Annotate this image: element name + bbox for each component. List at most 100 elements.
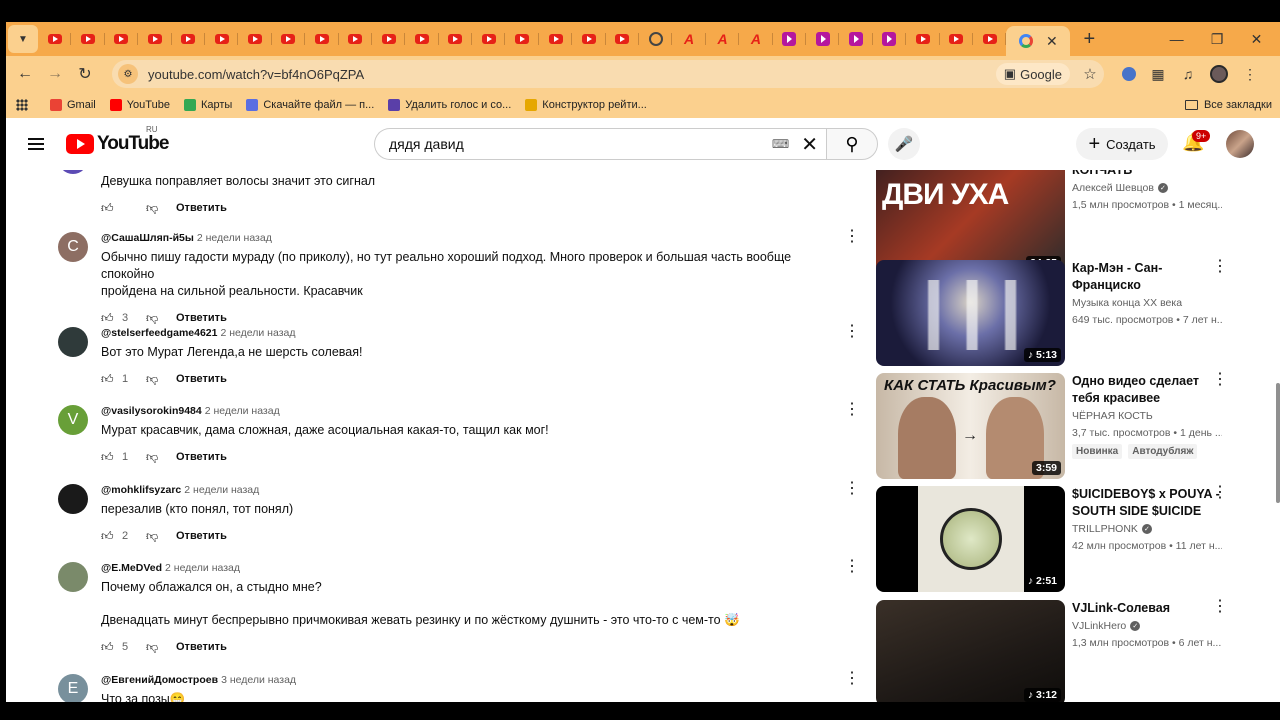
search-button[interactable]: ⚲	[826, 128, 878, 160]
video-more-icon[interactable]: ⋮	[1212, 485, 1228, 501]
browser-tab[interactable]	[839, 25, 874, 53]
browser-tab[interactable]	[639, 25, 673, 53]
browser-tab[interactable]	[572, 25, 607, 53]
reply-button[interactable]: Ответить	[176, 451, 227, 463]
browser-tab[interactable]: A	[739, 25, 773, 53]
thumbs-up-icon[interactable]: 👍︎	[101, 530, 114, 542]
commenter-avatar[interactable]	[58, 327, 88, 357]
comment-time[interactable]: 3 недели назад	[221, 674, 296, 686]
profile-avatar-icon[interactable]	[1210, 65, 1228, 83]
video-title[interactable]: Одно видео сделает тебя красивее	[1072, 373, 1222, 407]
forward-button[interactable]: →	[40, 65, 70, 83]
thumbs-down-icon[interactable]: 👎︎	[146, 373, 158, 385]
browser-tab[interactable]	[505, 25, 540, 53]
url-text[interactable]: youtube.com/watch?v=bf4nO6PqZPA	[148, 67, 996, 82]
comment-author[interactable]: @ЕвгенийДомостроев	[101, 674, 218, 686]
reply-button[interactable]: Ответить	[176, 202, 227, 214]
comment-author[interactable]: @stelserfeedgame4621	[101, 327, 217, 339]
comment-author[interactable]: @mohklifsyzarc	[101, 484, 181, 496]
youtube-logo[interactable]: YouTube RU	[66, 125, 169, 155]
browser-tab[interactable]	[71, 25, 106, 53]
create-button[interactable]: + Создать	[1076, 128, 1168, 160]
reply-button[interactable]: Ответить	[176, 373, 227, 385]
user-avatar[interactable]	[1226, 130, 1254, 158]
browser-tab[interactable]	[339, 25, 373, 53]
browser-tab[interactable]	[606, 25, 640, 53]
comment-author[interactable]: @СашаШляп-й5ы	[101, 232, 194, 244]
more-menu-icon[interactable]: ⋮	[1242, 66, 1258, 82]
video-thumbnail[interactable]: КАК СТАТЬ Красивым? → 3:59	[876, 373, 1065, 479]
search-engine-chip[interactable]: ▣ Google	[995, 63, 1070, 85]
comment-more-icon[interactable]: ⋮	[844, 671, 860, 687]
thumbs-up-icon[interactable]: 👍︎	[101, 202, 114, 214]
thumbs-up-icon[interactable]: 👍︎	[101, 373, 114, 385]
browser-tab[interactable]	[305, 25, 339, 53]
channel-name[interactable]: VJLinkHero ✓	[1072, 620, 1222, 632]
bookmark-item[interactable]: Gmail	[50, 99, 96, 111]
bookmark-item[interactable]: YouTube	[109, 99, 170, 111]
comment-time[interactable]: 2 недели назад	[220, 327, 295, 339]
site-info-icon[interactable]: ⚙	[118, 64, 138, 84]
browser-tab[interactable]	[172, 25, 206, 53]
bookmark-item[interactable]: Карты	[183, 99, 232, 111]
video-more-icon[interactable]: ⋮	[1212, 259, 1228, 275]
tab-active[interactable]: ✕	[1006, 26, 1071, 56]
channel-name[interactable]: Алексей Шевцов ✓	[1072, 182, 1222, 194]
thumbs-up-icon[interactable]: 👍︎	[101, 312, 114, 324]
browser-tab[interactable]: A	[706, 25, 740, 53]
video-thumbnail[interactable]: ♪ 3:12	[876, 600, 1065, 702]
browser-tab[interactable]	[539, 25, 573, 53]
video-more-icon[interactable]: ⋮	[1212, 599, 1228, 615]
comment-author[interactable]: @vasilysorokin9484	[101, 405, 202, 417]
bookmark-item[interactable]: Скачайте файл — п...	[246, 99, 374, 111]
bookmark-item[interactable]: Конструктор рейти...	[525, 99, 647, 111]
reply-button[interactable]: Ответить	[176, 312, 227, 324]
comment-more-icon[interactable]: ⋮	[844, 229, 860, 245]
reply-button[interactable]: Ответить	[176, 530, 227, 542]
channel-name[interactable]: TRILLPHONK ✓	[1072, 523, 1222, 535]
hamburger-menu-icon[interactable]	[28, 135, 44, 153]
reply-button[interactable]: Ответить	[176, 641, 227, 653]
thumbs-up-icon[interactable]: 👍︎	[101, 641, 114, 653]
thumbs-down-icon[interactable]: 👎︎	[146, 312, 158, 324]
new-tab-button[interactable]: +	[1074, 28, 1104, 51]
comment-time[interactable]: 2 недели назад	[165, 562, 240, 574]
browser-tab[interactable]	[773, 25, 807, 53]
browser-tab[interactable]	[205, 25, 239, 53]
extension-icon[interactable]	[1122, 67, 1136, 81]
media-controls-icon[interactable]: ♫	[1180, 66, 1196, 82]
minimize-icon[interactable]: —	[1170, 31, 1184, 48]
comment-more-icon[interactable]: ⋮	[844, 402, 860, 418]
browser-tab[interactable]	[38, 25, 72, 53]
search-query[interactable]: дядя давид	[389, 136, 772, 152]
voice-search-button[interactable]: 🎤	[888, 128, 920, 160]
close-tab-icon[interactable]: ✕	[1046, 33, 1058, 50]
video-more-icon[interactable]: ⋮	[1212, 372, 1228, 388]
thumbs-down-icon[interactable]: 👎︎	[146, 530, 158, 542]
browser-tab[interactable]: A	[672, 25, 707, 53]
browser-tab[interactable]	[439, 25, 473, 53]
video-title[interactable]: $UICIDEBOY$ x POUYA - SOUTH SIDE $UICIDE	[1072, 486, 1222, 520]
keyboard-icon[interactable]: ⌨	[772, 137, 789, 151]
commenter-avatar[interactable]: C	[58, 232, 88, 262]
video-thumbnail[interactable]: ♪ 5:13	[876, 260, 1065, 366]
search-input[interactable]: дядя давид ⌨ ✕	[374, 128, 826, 160]
browser-tab[interactable]	[405, 25, 440, 53]
browser-tab[interactable]	[238, 25, 273, 53]
video-title[interactable]: Кар-Мэн - Сан- Франциско	[1072, 260, 1222, 294]
browser-tab[interactable]	[372, 25, 406, 53]
reload-button[interactable]: ↻	[70, 64, 100, 84]
bookmark-star-icon[interactable]: ☆	[1076, 65, 1104, 83]
browser-tab[interactable]	[105, 25, 139, 53]
commenter-avatar[interactable]	[58, 562, 88, 592]
thumbs-down-icon[interactable]: 👎︎	[146, 451, 158, 463]
omnibox[interactable]: ⚙ youtube.com/watch?v=bf4nO6PqZPA ▣ Googl…	[112, 60, 1104, 88]
puzzle-icon[interactable]: ▦	[1150, 66, 1166, 82]
commenter-avatar[interactable]	[58, 484, 88, 514]
browser-tab[interactable]	[138, 25, 172, 53]
browser-tab[interactable]	[873, 25, 907, 53]
browser-tab[interactable]	[906, 25, 940, 53]
comment-more-icon[interactable]: ⋮	[844, 481, 860, 497]
tab-search-button[interactable]: ▼	[8, 25, 38, 53]
bookmark-item[interactable]: Удалить голос и со...	[388, 99, 511, 111]
